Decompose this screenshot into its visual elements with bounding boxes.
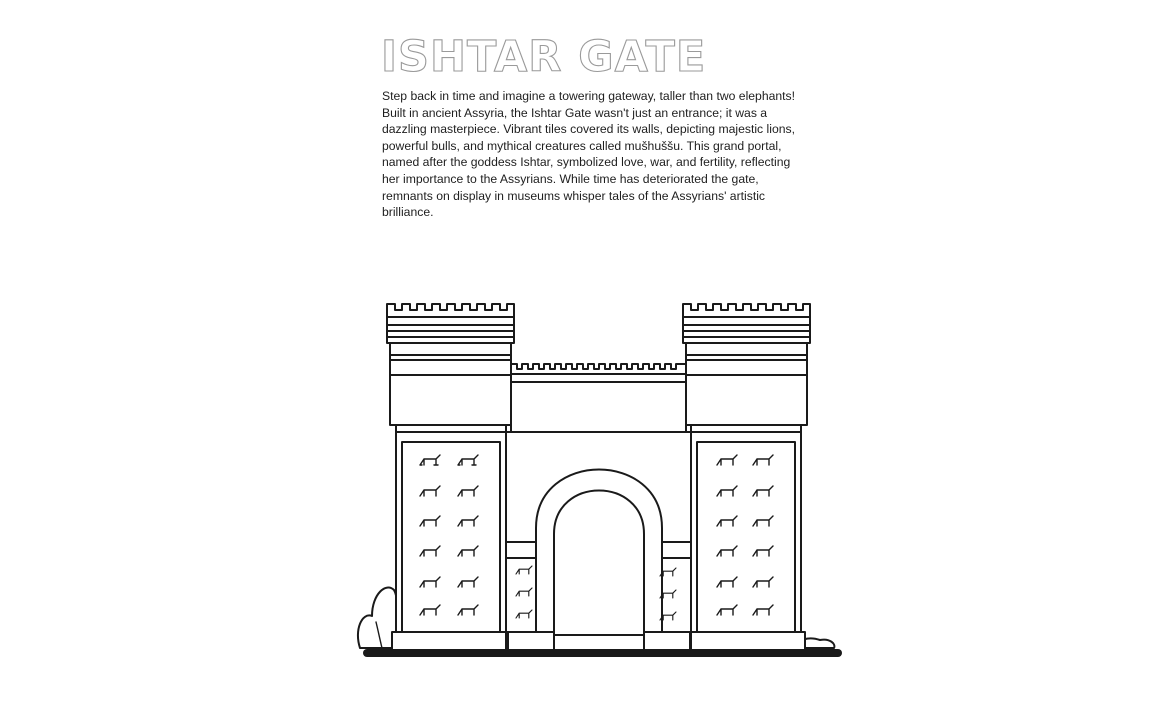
coloring-page: ISHTAR GATE Step back in time and imagin… [0, 0, 1170, 702]
left-tower [386, 303, 515, 651]
ishtar-gate-illustration [356, 303, 842, 657]
right-tower [682, 303, 811, 651]
page-title: ISHTAR GATE [380, 31, 707, 82]
description-text: Step back in time and imagine a towering… [382, 89, 796, 220]
central-gate [505, 363, 692, 651]
